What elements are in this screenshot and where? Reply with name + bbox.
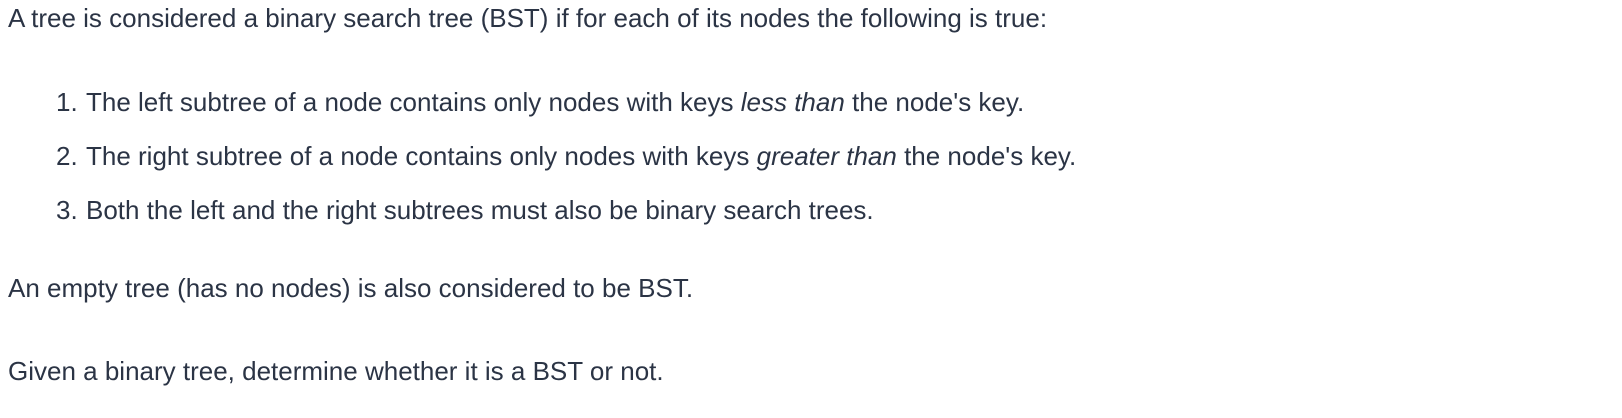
rule-number: 1. xyxy=(56,87,78,117)
rule-text-before: The right subtree of a node contains onl… xyxy=(86,141,757,171)
rule-text-before: The left subtree of a node contains only… xyxy=(86,87,741,117)
rule-item-3: 3. Both the left and the right subtrees m… xyxy=(56,194,1076,248)
rule-emphasis: greater than xyxy=(756,141,897,171)
rule-text-before: Both the left and the right subtrees mus… xyxy=(86,195,874,225)
rule-emphasis: less than xyxy=(740,87,845,117)
rule-text-after: the node's key. xyxy=(896,141,1077,171)
intro-paragraph: A tree is considered a binary search tre… xyxy=(8,3,1048,33)
task-paragraph: Given a binary tree, determine whether i… xyxy=(8,356,664,386)
rule-text-after: the node's key. xyxy=(844,87,1025,117)
empty-tree-paragraph: An empty tree (has no nodes) is also con… xyxy=(8,273,694,303)
bst-rules-list: 1. The left subtree of a node contains on… xyxy=(56,86,1076,248)
rule-number: 2. xyxy=(56,141,78,171)
rule-number: 3. xyxy=(56,195,78,225)
rule-item-2: 2. The right subtree of a node contains o… xyxy=(56,140,1076,194)
rule-item-1: 1. The left subtree of a node contains on… xyxy=(56,86,1076,140)
